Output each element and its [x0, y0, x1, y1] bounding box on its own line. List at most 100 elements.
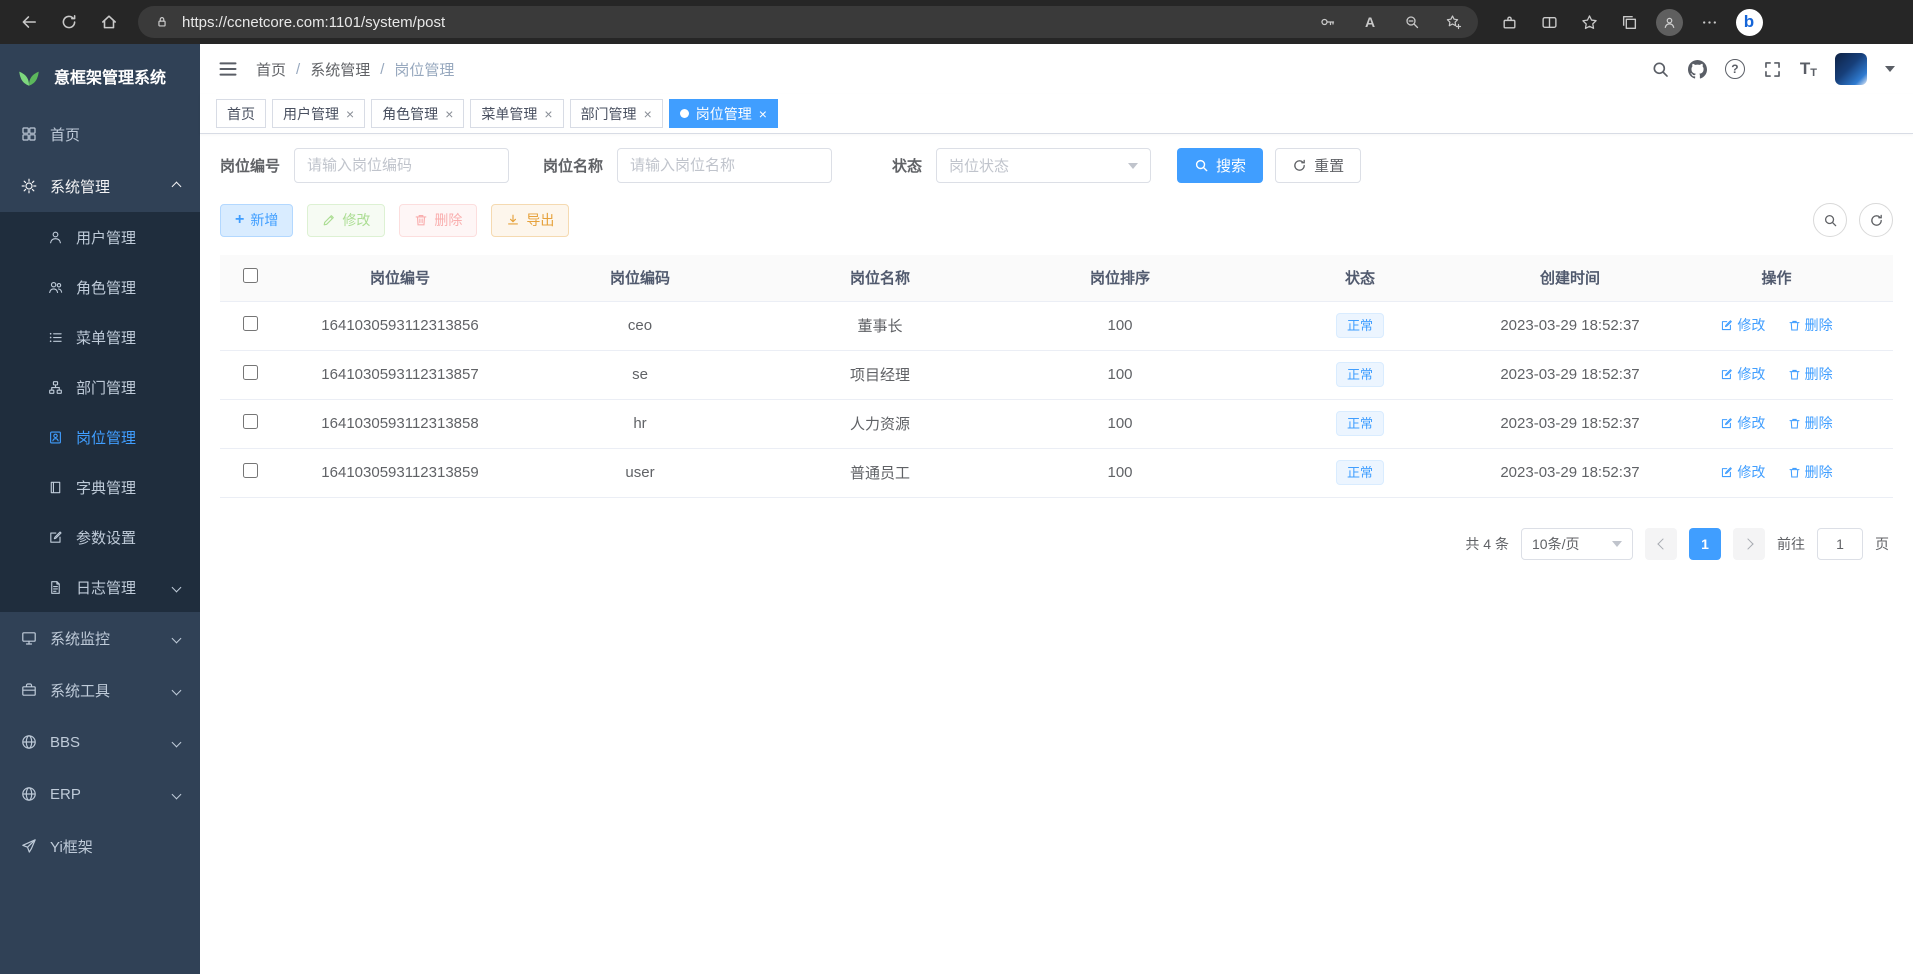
cell-post-name: 普通员工 — [760, 448, 1000, 497]
row-edit-button[interactable]: 修改 — [1720, 413, 1765, 433]
split-screen-icon[interactable] — [1530, 5, 1568, 39]
edit-button[interactable]: 修改 — [307, 204, 385, 237]
row-edit-button[interactable]: 修改 — [1720, 364, 1765, 384]
row-delete-button[interactable]: 删除 — [1788, 413, 1833, 433]
cell-post-code: hr — [520, 399, 760, 448]
sidebar-item-role-mgmt[interactable]: 角色管理 — [0, 262, 200, 312]
browser-home-icon[interactable] — [90, 5, 128, 39]
menu-fold-icon[interactable] — [218, 59, 238, 79]
sidebar-item-erp[interactable]: ERP — [0, 768, 200, 820]
search-button[interactable]: 搜索 — [1177, 148, 1263, 183]
select-all-checkbox[interactable] — [243, 268, 258, 283]
sidebar-item-log-mgmt[interactable]: 日志管理 — [0, 562, 200, 612]
table-row: 1641030593112313859 user 普通员工 100 正常 202… — [220, 448, 1893, 497]
add-favorite-icon[interactable] — [1438, 9, 1470, 35]
breadcrumb-system[interactable]: 系统管理 — [310, 59, 370, 80]
sidebar-item-dept-mgmt[interactable]: 部门管理 — [0, 362, 200, 412]
browser-menu-icon[interactable] — [1690, 5, 1728, 39]
password-key-icon[interactable] — [1312, 9, 1344, 35]
row-checkbox[interactable] — [243, 414, 258, 429]
status-badge: 正常 — [1336, 313, 1384, 339]
breadcrumb-separator: / — [380, 61, 384, 78]
user-avatar[interactable] — [1835, 53, 1867, 85]
next-page-button[interactable] — [1733, 528, 1765, 560]
add-button[interactable]: + 新增 — [220, 204, 293, 237]
col-status: 状态 — [1240, 255, 1480, 301]
close-icon[interactable]: × — [445, 107, 453, 121]
download-icon — [506, 213, 520, 227]
tab-home[interactable]: 首页 — [216, 99, 266, 128]
sidebar-item-param-settings[interactable]: 参数设置 — [0, 512, 200, 562]
cell-post-name: 董事长 — [760, 301, 1000, 350]
tab-dept-mgmt[interactable]: 部门管理 × — [570, 99, 663, 128]
avatar-caret-icon[interactable] — [1885, 66, 1895, 72]
post-name-label: 岗位名称 — [543, 155, 603, 176]
tab-menu-mgmt[interactable]: 菜单管理 × — [470, 99, 563, 128]
tab-post-mgmt[interactable]: 岗位管理 × — [669, 99, 778, 128]
goto-page-input[interactable] — [1817, 528, 1863, 560]
total-count: 共 4 条 — [1465, 534, 1509, 554]
row-delete-button[interactable]: 删除 — [1788, 462, 1833, 482]
collections-icon[interactable] — [1610, 5, 1648, 39]
post-code-label: 岗位编号 — [220, 155, 280, 176]
row-checkbox[interactable] — [243, 365, 258, 380]
pencil-icon — [322, 213, 336, 227]
cell-post-code: se — [520, 350, 760, 399]
help-icon[interactable]: ? — [1725, 59, 1745, 79]
row-edit-button[interactable]: 修改 — [1720, 315, 1765, 335]
cell-created: 2023-03-29 18:52:37 — [1480, 350, 1660, 399]
post-name-input[interactable] — [617, 148, 832, 183]
sidebar-item-yi-framework[interactable]: Yi框架 — [0, 820, 200, 872]
sidebar-item-monitor[interactable]: 系统监控 — [0, 612, 200, 664]
browser-profile-avatar[interactable] — [1650, 5, 1688, 39]
row-delete-button[interactable]: 删除 — [1788, 315, 1833, 335]
row-checkbox[interactable] — [243, 463, 258, 478]
browser-refresh-icon[interactable] — [50, 5, 88, 39]
row-delete-button[interactable]: 删除 — [1788, 364, 1833, 384]
tab-user-mgmt[interactable]: 用户管理 × — [272, 99, 365, 128]
tab-role-mgmt[interactable]: 角色管理 × — [371, 99, 464, 128]
fullscreen-icon[interactable] — [1763, 60, 1782, 79]
github-icon[interactable] — [1688, 60, 1707, 79]
export-button[interactable]: 导出 — [491, 204, 569, 237]
sidebar-item-post-mgmt[interactable]: 岗位管理 — [0, 412, 200, 462]
status-select[interactable]: 岗位状态 — [936, 148, 1151, 183]
sidebar-item-tools[interactable]: 系统工具 — [0, 664, 200, 716]
sidebar-item-bbs[interactable]: BBS — [0, 716, 200, 768]
sidebar-item-dict-mgmt[interactable]: 字典管理 — [0, 462, 200, 512]
page-size-select[interactable]: 10条/页 — [1521, 528, 1633, 560]
sidebar-item-system[interactable]: 系统管理 — [0, 160, 200, 212]
prev-page-button[interactable] — [1645, 528, 1677, 560]
copilot-icon[interactable]: b — [1730, 5, 1768, 39]
col-post-id: 岗位编号 — [280, 255, 520, 301]
row-checkbox[interactable] — [243, 316, 258, 331]
post-table-wrap: 岗位编号 岗位编码 岗位名称 岗位排序 状态 创建时间 操作 — [220, 255, 1893, 498]
read-aloud-icon[interactable]: A — [1354, 9, 1386, 35]
delete-button[interactable]: 删除 — [399, 204, 477, 237]
font-size-icon[interactable]: TT — [1800, 59, 1817, 79]
close-icon[interactable]: × — [544, 107, 552, 121]
breadcrumb-home[interactable]: 首页 — [256, 59, 286, 80]
row-edit-button[interactable]: 修改 — [1720, 462, 1765, 482]
sidebar-item-home[interactable]: 首页 — [0, 108, 200, 160]
close-icon[interactable]: × — [759, 107, 767, 121]
reset-button[interactable]: 重置 — [1275, 148, 1361, 183]
post-code-input[interactable] — [294, 148, 509, 183]
extensions-icon[interactable] — [1490, 5, 1528, 39]
address-bar[interactable]: https://ccnetcore.com:1101/system/post A — [138, 6, 1478, 38]
close-icon[interactable]: × — [346, 107, 354, 121]
chevron-right-icon — [1742, 538, 1753, 549]
sidebar-item-user-mgmt[interactable]: 用户管理 — [0, 212, 200, 262]
sidebar-item-menu-mgmt[interactable]: 菜单管理 — [0, 312, 200, 362]
search-icon[interactable] — [1651, 60, 1670, 79]
zoom-icon[interactable] — [1396, 9, 1428, 35]
edit-square-icon — [1720, 368, 1733, 381]
favorites-icon[interactable] — [1570, 5, 1608, 39]
page-1-button[interactable]: 1 — [1689, 528, 1721, 560]
toggle-search-icon[interactable] — [1813, 203, 1847, 237]
app-logo: 意框架管理系统 — [0, 44, 200, 108]
browser-back-icon[interactable] — [10, 5, 48, 39]
top-navbar: 首页 / 系统管理 / 岗位管理 ? — [200, 44, 1913, 94]
refresh-table-icon[interactable] — [1859, 203, 1893, 237]
close-icon[interactable]: × — [644, 107, 652, 121]
